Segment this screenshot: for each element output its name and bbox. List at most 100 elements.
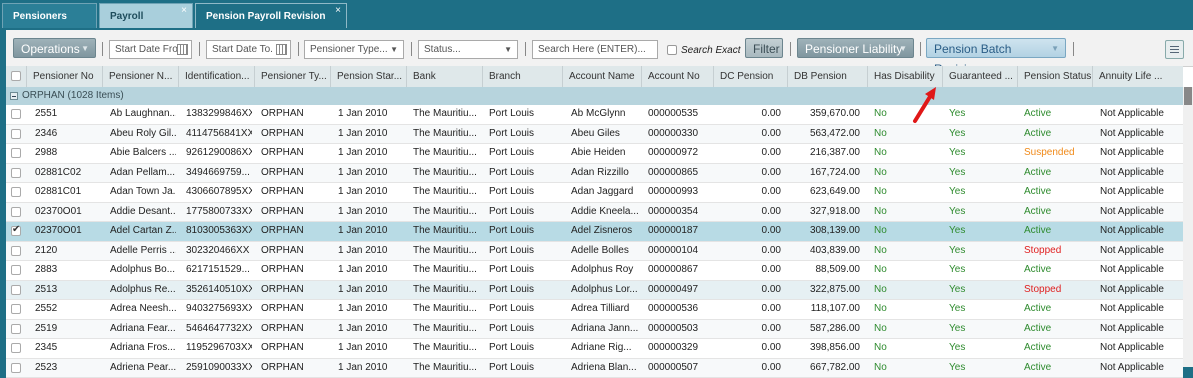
row-checkbox[interactable] [11, 226, 21, 236]
column-header[interactable]: Guaranteed ... [942, 66, 1017, 87]
row-checkbox[interactable] [11, 246, 21, 256]
table-row[interactable]: 2513Adolphus Re...3526140510XXORPHAN1 Ja… [6, 281, 1183, 301]
row-checkbox[interactable] [11, 168, 21, 178]
pensioner-liability-button[interactable]: Pensioner Liability▼ [797, 38, 914, 58]
table-row[interactable]: 02881C02Adan Pellam...3494669759...ORPHA… [6, 164, 1183, 184]
column-header[interactable]: Pensioner No [26, 66, 102, 87]
pensioner-type-select[interactable]: Pensioner Type...▼ [304, 40, 404, 59]
column-header[interactable]: Annuity Life ... [1092, 66, 1183, 87]
cell-bank: The Mauritiu... [413, 105, 479, 124]
start-date-from-field[interactable]: Start Date Fro [109, 40, 192, 59]
column-header[interactable]: Pension Status [1017, 66, 1092, 87]
calendar-icon[interactable] [177, 44, 188, 55]
tab-pensioners-links[interactable]: Pensioners Links [2, 3, 97, 28]
vertical-scrollbar[interactable] [1183, 87, 1193, 367]
cell-id: 302320466XX [186, 242, 252, 261]
cell-dc: 0.00 [713, 105, 781, 124]
column-header[interactable]: Has Disability [867, 66, 942, 87]
cell-acct-no: 000000993 [648, 183, 712, 202]
row-checkbox[interactable] [11, 187, 21, 197]
cell-bank: The Mauritiu... [413, 339, 479, 358]
cell-type: ORPHAN [261, 242, 327, 261]
table-row[interactable]: 02370O01Adel Cartan Z...8103005363XXORPH… [6, 222, 1183, 242]
close-icon[interactable]: × [181, 0, 187, 23]
row-checkbox[interactable] [11, 109, 21, 119]
cell-status: Active [1024, 183, 1090, 202]
operations-label: Operations [21, 42, 80, 56]
column-header[interactable]: Bank [406, 66, 482, 87]
cell-acct-no: 000000536 [648, 300, 712, 319]
table-row[interactable]: 2523Adriena Pear...2591090033XXORPHAN1 J… [6, 359, 1183, 378]
table-row[interactable]: 2551Ab Laughnan...1383299846XXORPHAN1 Ja… [6, 105, 1183, 125]
tab-payroll-register[interactable]: Payroll Register× [99, 3, 193, 28]
column-header[interactable]: DB Pension [787, 66, 867, 87]
close-icon[interactable]: × [335, 0, 341, 23]
table-row[interactable]: 2346Abeu Roly Gil...4114756841XXORPHAN1 … [6, 125, 1183, 145]
column-header[interactable]: Pension Star... [330, 66, 406, 87]
tab-bar: Pensioners Links Payroll Register× Pensi… [0, 0, 1193, 30]
calendar-icon[interactable] [276, 44, 287, 55]
row-checkbox[interactable] [11, 129, 21, 139]
cell-guar: Yes [949, 242, 1009, 261]
cell-status: Active [1024, 261, 1090, 280]
cell-guar: Yes [949, 222, 1009, 241]
table-row[interactable]: 2883Adolphus Bo...6217151529...ORPHAN1 J… [6, 261, 1183, 281]
table-row[interactable]: 2519Adriana Fear...5464647732XXORPHAN1 J… [6, 320, 1183, 340]
tab-pension-payroll-revision-batch[interactable]: Pension Payroll Revision Batch× [195, 3, 347, 28]
column-header[interactable]: DC Pension [713, 66, 787, 87]
table-row[interactable]: 02881C01Adan Town Ja...4306607895XXORPHA… [6, 183, 1183, 203]
column-header[interactable]: Pensioner N... [102, 66, 178, 87]
row-checkbox[interactable] [11, 265, 21, 275]
cell-status: Active [1024, 300, 1090, 319]
cell-dc: 0.00 [713, 281, 781, 300]
cell-id: 9261290086XX [186, 144, 252, 163]
row-checkbox[interactable] [11, 324, 21, 334]
cell-annuity: Not Applicable [1100, 203, 1180, 222]
toolbar: Operations▼ Start Date Fro Start Date To… [6, 30, 1193, 67]
cell-status: Active [1024, 339, 1090, 358]
scrollbar-thumb[interactable] [1184, 87, 1192, 105]
cell-dc: 0.00 [713, 339, 781, 358]
cell-acct-no: 000000867 [648, 261, 712, 280]
table-row[interactable]: 2345Adriana Fros...1195296703XXORPHAN1 J… [6, 339, 1183, 359]
row-checkbox[interactable] [11, 285, 21, 295]
cell-name: Addie Desant... [110, 203, 176, 222]
cell-name: Adriana Fear... [110, 320, 176, 339]
column-header[interactable]: Account Name [562, 66, 641, 87]
row-checkbox[interactable] [11, 304, 21, 314]
column-header[interactable]: Pensioner Ty... [254, 66, 330, 87]
cell-id: 5464647732XX [186, 320, 252, 339]
cell-status: Active [1024, 164, 1090, 183]
search-placeholder: Search Here (ENTER)... [538, 44, 646, 55]
pension-batch-revisions-button[interactable]: Pension Batch Revisions▼ [926, 38, 1066, 58]
collapse-icon[interactable] [10, 92, 18, 100]
column-header[interactable]: Branch [482, 66, 562, 87]
table-row[interactable]: 2988Abie Balcers ...9261290086XXORPHAN1 … [6, 144, 1183, 164]
divider [199, 42, 200, 56]
hamburger-menu-button[interactable] [1165, 40, 1184, 59]
status-placeholder: Status... [424, 44, 461, 55]
column-header[interactable]: Identification... [178, 66, 254, 87]
cell-bank: The Mauritiu... [413, 183, 479, 202]
row-checkbox[interactable] [11, 343, 21, 353]
search-exact-checkbox[interactable] [667, 45, 677, 55]
group-row-orphan[interactable]: ORPHAN (1028 Items) [6, 87, 1183, 106]
cell-type: ORPHAN [261, 339, 327, 358]
search-input[interactable]: Search Here (ENTER)... [532, 40, 658, 59]
select-all-checkbox[interactable] [11, 71, 21, 81]
table-row[interactable]: 02370O01Addie Desant...1775800733XXORPHA… [6, 203, 1183, 223]
cell-id: 8103005363XX [186, 222, 252, 241]
operations-button[interactable]: Operations▼ [13, 38, 96, 58]
table-row[interactable]: 2552Adrea Neesh...9403275693XXORPHAN1 Ja… [6, 300, 1183, 320]
row-checkbox[interactable] [11, 363, 21, 373]
column-header[interactable]: Account No [641, 66, 713, 87]
cell-type: ORPHAN [261, 320, 327, 339]
filter-button[interactable]: Filter [745, 38, 783, 58]
table-row[interactable]: 2120Adelle Perris ...302320466XXORPHAN1 … [6, 242, 1183, 262]
row-checkbox[interactable] [11, 148, 21, 158]
start-date-to-field[interactable]: Start Date To. [206, 40, 291, 59]
row-checkbox[interactable] [11, 207, 21, 217]
cell-branch: Port Louis [489, 242, 559, 261]
cell-dis: No [874, 261, 934, 280]
status-select[interactable]: Status...▼ [418, 40, 518, 59]
